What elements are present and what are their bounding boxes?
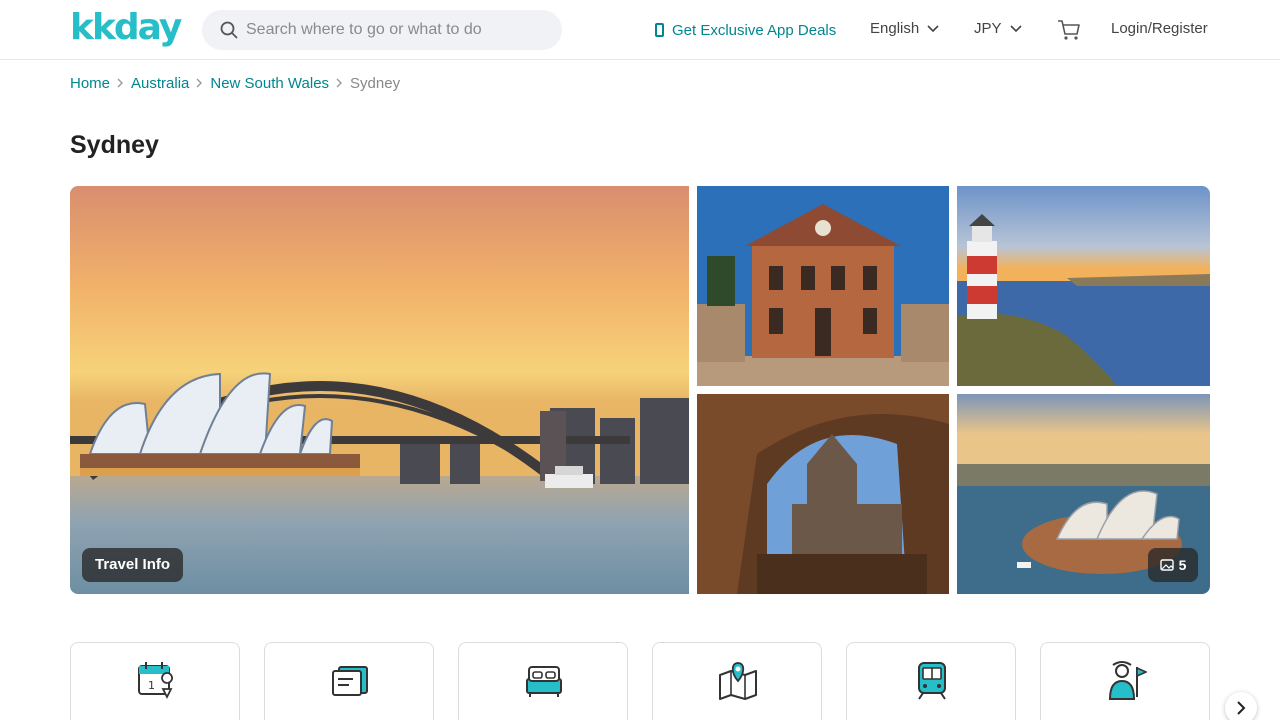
login-register-link[interactable]: Login/Register — [1111, 20, 1208, 37]
category-card[interactable] — [264, 642, 434, 720]
cart-icon[interactable] — [1057, 19, 1081, 41]
phone-icon — [655, 23, 664, 37]
search-icon — [220, 21, 238, 39]
gallery-image-barracks[interactable] — [697, 186, 949, 386]
search-bar[interactable] — [202, 10, 562, 50]
language-label: English — [870, 20, 920, 37]
train-icon — [918, 662, 946, 700]
site-header: kkday Get Exclusive App Deals English JP… — [0, 0, 1280, 60]
chevron-down-icon — [927, 24, 939, 32]
gallery-image-university[interactable] — [697, 394, 949, 594]
language-selector[interactable]: English — [870, 20, 939, 37]
travel-info-button[interactable]: Travel Info — [82, 548, 184, 582]
currency-label: JPY — [974, 20, 1002, 37]
gallery-image-lighthouse[interactable] — [957, 186, 1210, 386]
ticket-icon — [332, 666, 368, 696]
chevron-right-icon — [1237, 701, 1246, 715]
gallery-main-image[interactable] — [70, 186, 689, 594]
currency-selector[interactable]: JPY — [974, 20, 1022, 37]
category-card[interactable] — [846, 642, 1016, 720]
chevron-right-icon — [117, 78, 124, 88]
bed-icon — [526, 666, 562, 697]
photo-count-button[interactable]: 5 — [1148, 548, 1198, 582]
chevron-right-icon — [336, 78, 343, 88]
page-title: Sydney — [70, 131, 159, 159]
breadcrumb-australia[interactable]: Australia — [131, 75, 189, 92]
category-card[interactable] — [1040, 642, 1210, 720]
breadcrumb: Home Australia New South Wales Sydney — [70, 74, 400, 92]
app-deals-link[interactable]: Get Exclusive App Deals — [655, 20, 836, 40]
photo-count-label: 5 — [1178, 557, 1187, 573]
chevron-right-icon — [196, 78, 203, 88]
carousel-next-button[interactable] — [1225, 692, 1257, 720]
svg-text:1: 1 — [148, 679, 155, 692]
kkday-logo[interactable]: kkday — [70, 8, 182, 48]
category-card[interactable] — [652, 642, 822, 720]
search-input[interactable] — [246, 10, 546, 50]
map-pin-icon — [719, 662, 757, 700]
app-deals-label: Get Exclusive App Deals — [672, 21, 837, 39]
image-icon — [1159, 559, 1174, 571]
tour-guide-icon — [1108, 661, 1147, 700]
breadcrumb-new-south-wales[interactable]: New South Wales — [210, 75, 329, 92]
calendar-location-icon: 1 — [138, 662, 173, 700]
category-card[interactable] — [458, 642, 628, 720]
breadcrumb-home[interactable]: Home — [70, 75, 110, 92]
chevron-down-icon — [1009, 24, 1022, 32]
category-card[interactable]: 1 — [70, 642, 240, 720]
breadcrumb-current: Sydney — [350, 74, 401, 92]
